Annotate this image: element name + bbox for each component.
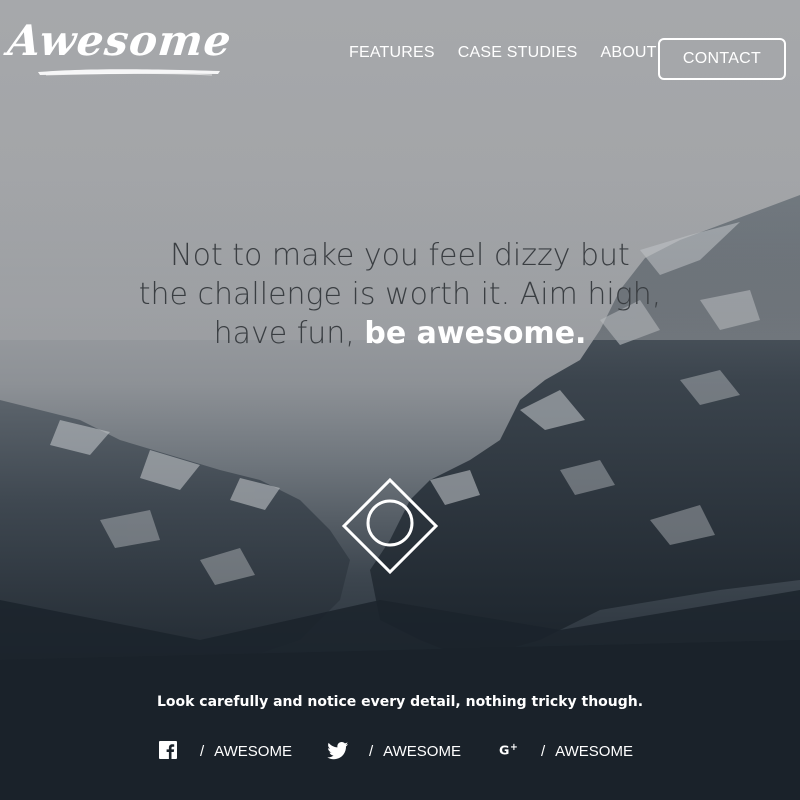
social-link-twitter[interactable]: / AWESOME [327,740,461,762]
hero-line-1: Not to make you feel dizzy but [170,238,630,273]
mountain-background-image [0,150,800,800]
social-separator: / [541,742,546,760]
social-link-facebook[interactable]: / AWESOME [158,740,292,762]
google-plus-icon: G + [499,742,518,757]
hero-line-3-bold: be awesome. [364,316,587,351]
hero-line-3: have fun, be awesome. [0,314,800,353]
hero-headline: Not to make you feel dizzy but the chall… [0,236,800,353]
social-separator: / [200,742,205,760]
social-label: AWESOME [214,742,292,760]
social-label: AWESOME [383,742,461,760]
landing-page: Awesome FEATURES CASE STUDIES ABOUT CONT… [0,0,800,800]
social-label: AWESOME [555,742,633,760]
svg-text:+: + [510,742,518,753]
social-link-google-plus[interactable]: G + / AWESOME [499,740,633,762]
hero-line-2: the challenge is worth it. Aim high, [138,277,662,312]
logo-brush-stroke [38,69,220,76]
site-header: Awesome FEATURES CASE STUDIES ABOUT CONT… [0,0,800,110]
facebook-icon [159,741,177,759]
social-separator: / [369,742,374,760]
hero-line-3-regular: have fun, [213,316,355,351]
contact-button[interactable]: CONTACT [658,38,786,80]
diamond-circle-emblem-icon [341,477,439,575]
tagline: Look carefully and notice every detail, … [156,694,644,710]
svg-text:G: G [499,742,509,757]
nav-link-case-studies[interactable]: CASE STUDIES [458,44,578,62]
logo-text: Awesome [5,16,235,65]
main-nav: FEATURES CASE STUDIES ABOUT [349,44,657,62]
twitter-icon [327,742,349,760]
nav-link-about[interactable]: ABOUT [601,44,657,62]
nav-link-features[interactable]: FEATURES [349,44,435,62]
social-links: / AWESOME / AWESOME G + / AWESOME [0,740,800,770]
site-logo[interactable]: Awesome [5,16,234,78]
